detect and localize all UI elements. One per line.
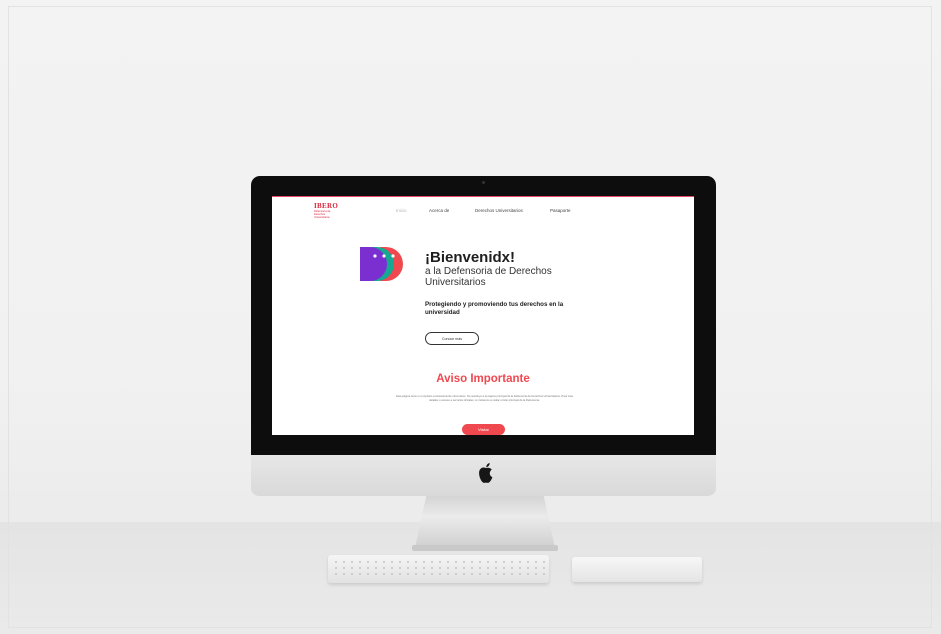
visitar-button[interactable]: Visitar [462,424,505,435]
notice-title: Aviso Importante [436,373,530,385]
notice-text: Esta página tiene un propósito exclusiva… [396,395,573,403]
site-navbar: IBERO Defensoría de Derechos Universitar… [272,197,694,225]
hero-title: ¡Bienvenidx! [425,249,516,266]
keyboard [328,555,549,583]
keyboard-keys [332,559,545,579]
logo-word: IBERO [314,202,339,210]
imac-stand-base [412,545,558,551]
imac-bezel: IBERO Defensoría de Derechos Universitar… [251,176,716,455]
logo-subtitle: Defensoría de Derechos Universitarios [314,210,331,219]
imac-stand-neck [415,496,555,548]
ibero-logo[interactable]: IBERO Defensoría de Derechos Universitar… [314,202,339,220]
nav-item-pasaporte[interactable]: Pasaporte [550,208,571,213]
apple-logo-icon [479,463,493,483]
nav-item-derechos[interactable]: Derechos Universitarios [475,208,523,213]
nav-item-inicio[interactable]: Inicio [396,208,407,213]
imac-chin [251,455,716,496]
trackpad [572,557,702,582]
hero-subtitle: a la Defensoria de Derechos Universitari… [425,266,552,288]
defensoria-mark-icon [360,247,403,281]
conoce-mas-button[interactable]: Conoce más [425,332,479,345]
imac-screen: IBERO Defensoría de Derechos Universitar… [272,196,694,435]
nav-item-acerca[interactable]: Acerca de [429,208,449,213]
camera-icon [482,181,485,184]
hero-tagline: Protegiendo y promoviendo tus derechos e… [425,301,564,316]
